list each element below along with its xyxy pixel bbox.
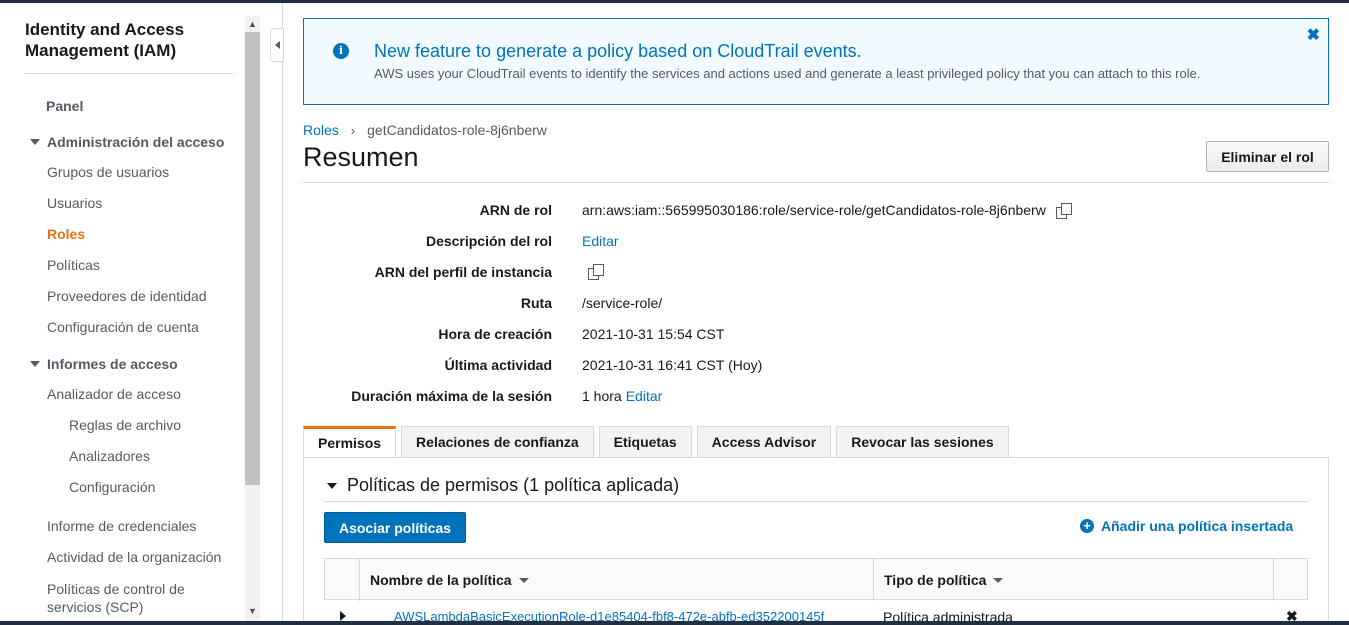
bottom-bar xyxy=(0,621,1349,625)
page-title: Resumen xyxy=(303,142,419,172)
max-session-value: 1 hora xyxy=(582,388,622,404)
breadcrumb-roles-link[interactable]: Roles xyxy=(303,122,339,138)
column-header-policy-name[interactable]: Nombre de la política xyxy=(370,559,529,601)
policies-table: Nombre de la política Tipo de política A… xyxy=(324,558,1308,621)
sidebar-item-policies[interactable]: Políticas xyxy=(47,257,100,273)
caret-down-icon xyxy=(30,361,40,367)
banner-title: New feature to generate a policy based o… xyxy=(374,41,862,61)
caret-down-icon xyxy=(30,139,40,145)
edit-description-link[interactable]: Editar xyxy=(582,233,619,249)
sidebar-section-access-reports[interactable]: Informes de acceso xyxy=(30,356,178,372)
copy-icon[interactable] xyxy=(1055,202,1072,219)
instance-profile-value-row xyxy=(588,264,604,280)
add-inline-policy-label: Añadir una política insertada xyxy=(1101,518,1294,534)
sidebar-item-organization-activity[interactable]: Actividad de la organización xyxy=(47,549,221,565)
table-row: AWSLambdaBasicExecutionRole-d1e85404-fbf… xyxy=(324,600,1308,621)
close-icon[interactable]: ✖ xyxy=(1307,25,1320,45)
path-value: /service-role/ xyxy=(582,295,663,311)
table-header: Nombre de la política Tipo de política xyxy=(324,558,1308,601)
breadcrumb-current: getCandidatos-role-8j6nberw xyxy=(367,122,547,138)
sidebar-item-scp[interactable]: Políticas de control de servicios (SCP) xyxy=(47,580,217,616)
tab-bar: Permisos Relaciones de confianza Etiquet… xyxy=(303,426,1009,457)
info-icon: i xyxy=(333,43,349,59)
sidebar-section-label: Informes de acceso xyxy=(47,356,178,372)
info-banner: i New feature to generate a policy based… xyxy=(303,18,1329,105)
scroll-up-icon[interactable]: ▲ xyxy=(245,16,260,32)
sidebar-item-archive-rules[interactable]: Reglas de archivo xyxy=(69,417,181,433)
arn-label: ARN de rol xyxy=(479,202,552,218)
sidebar-item-users[interactable]: Usuarios xyxy=(47,195,102,211)
sidebar-section-label: Administración del acceso xyxy=(47,134,225,150)
policy-type: Política administrada xyxy=(883,609,1013,621)
copy-icon[interactable] xyxy=(588,264,604,280)
sort-down-icon xyxy=(518,577,529,583)
sidebar-item-identity-providers[interactable]: Proveedores de identidad xyxy=(47,288,207,304)
banner-text: AWS uses your CloudTrail events to ident… xyxy=(374,66,1201,81)
sidebar-item-user-groups[interactable]: Grupos de usuarios xyxy=(47,164,169,180)
attach-policies-button[interactable]: Asociar políticas xyxy=(324,512,466,543)
column-separator xyxy=(1273,559,1274,601)
path-label: Ruta xyxy=(520,295,552,311)
sidebar-divider xyxy=(25,73,233,74)
max-session-value-row: 1 hora Editar xyxy=(582,388,662,404)
sidebar-border xyxy=(282,3,283,621)
tab-access-advisor[interactable]: Access Advisor xyxy=(696,426,832,457)
expand-row-icon[interactable] xyxy=(340,611,346,621)
column-header-label: Nombre de la política xyxy=(370,572,512,588)
sidebar-item-analyzer-settings[interactable]: Configuración xyxy=(69,479,155,495)
column-separator xyxy=(873,559,874,601)
permissions-policies-title: Políticas de permisos (1 política aplica… xyxy=(347,475,680,495)
tab-tags[interactable]: Etiquetas xyxy=(598,426,692,457)
max-session-label: Duración máxima de la sesión xyxy=(351,388,552,404)
column-separator xyxy=(359,559,360,601)
chevron-left-icon xyxy=(274,41,280,49)
collapse-sidebar-button[interactable] xyxy=(270,28,284,62)
tab-permissions[interactable]: Permisos xyxy=(303,426,397,457)
arn-value-row: arn:aws:iam::565995030186:role/service-r… xyxy=(582,202,1072,219)
sidebar: Identity and Access Management (IAM) Pan… xyxy=(0,3,245,621)
caret-down-icon xyxy=(327,482,337,489)
sidebar-item-credential-report[interactable]: Informe de credenciales xyxy=(47,518,196,534)
sidebar-item-account-settings[interactable]: Configuración de cuenta xyxy=(47,319,199,335)
sidebar-item-roles[interactable]: Roles xyxy=(47,226,85,242)
breadcrumb: Roles › getCandidatos-role-8j6nberw xyxy=(303,122,547,138)
last-activity-value: 2021-10-31 16:41 CST (Hoy) xyxy=(582,357,763,373)
remove-policy-icon[interactable]: ✖ xyxy=(1286,608,1298,621)
created-value: 2021-10-31 15:54 CST xyxy=(582,326,725,342)
created-label: Hora de creación xyxy=(438,326,552,342)
permissions-policies-header[interactable]: Políticas de permisos (1 política aplica… xyxy=(327,475,679,496)
sidebar-title: Identity and Access Management (IAM) xyxy=(25,20,185,60)
last-activity-label: Última actividad xyxy=(444,357,552,373)
sidebar-scrollbar-thumb[interactable] xyxy=(245,32,260,485)
section-divider xyxy=(324,501,1308,502)
sidebar-item-access-analyzer[interactable]: Analizador de acceso xyxy=(47,386,181,402)
title-divider xyxy=(303,182,1329,183)
breadcrumb-separator-icon: › xyxy=(350,122,356,138)
sort-down-icon xyxy=(993,577,1004,583)
arn-value: arn:aws:iam::565995030186:role/service-r… xyxy=(582,202,1046,218)
tab-trust-relationships[interactable]: Relaciones de confianza xyxy=(401,426,594,457)
description-value-row: Editar xyxy=(582,233,619,249)
description-label: Descripción del rol xyxy=(425,233,552,249)
sidebar-item-panel[interactable]: Panel xyxy=(46,98,83,114)
column-header-policy-type[interactable]: Tipo de política xyxy=(884,559,1004,601)
scroll-down-icon[interactable]: ▼ xyxy=(245,603,260,619)
edit-max-session-link[interactable]: Editar xyxy=(626,388,663,404)
sidebar-item-analyzers[interactable]: Analizadores xyxy=(69,448,150,464)
sidebar-section-access-management[interactable]: Administración del acceso xyxy=(30,134,224,150)
plus-circle-icon: + xyxy=(1080,519,1094,533)
add-inline-policy-link[interactable]: + Añadir una política insertada xyxy=(1080,518,1293,534)
column-header-label: Tipo de política xyxy=(884,572,987,588)
delete-role-button[interactable]: Eliminar el rol xyxy=(1206,141,1329,172)
instance-profile-label: ARN del perfil de instancia xyxy=(374,264,552,280)
policy-name-link[interactable]: AWSLambdaBasicExecutionRole-d1e85404-fbf… xyxy=(394,609,824,621)
tab-revoke-sessions[interactable]: Revocar las sesiones xyxy=(836,426,1009,457)
